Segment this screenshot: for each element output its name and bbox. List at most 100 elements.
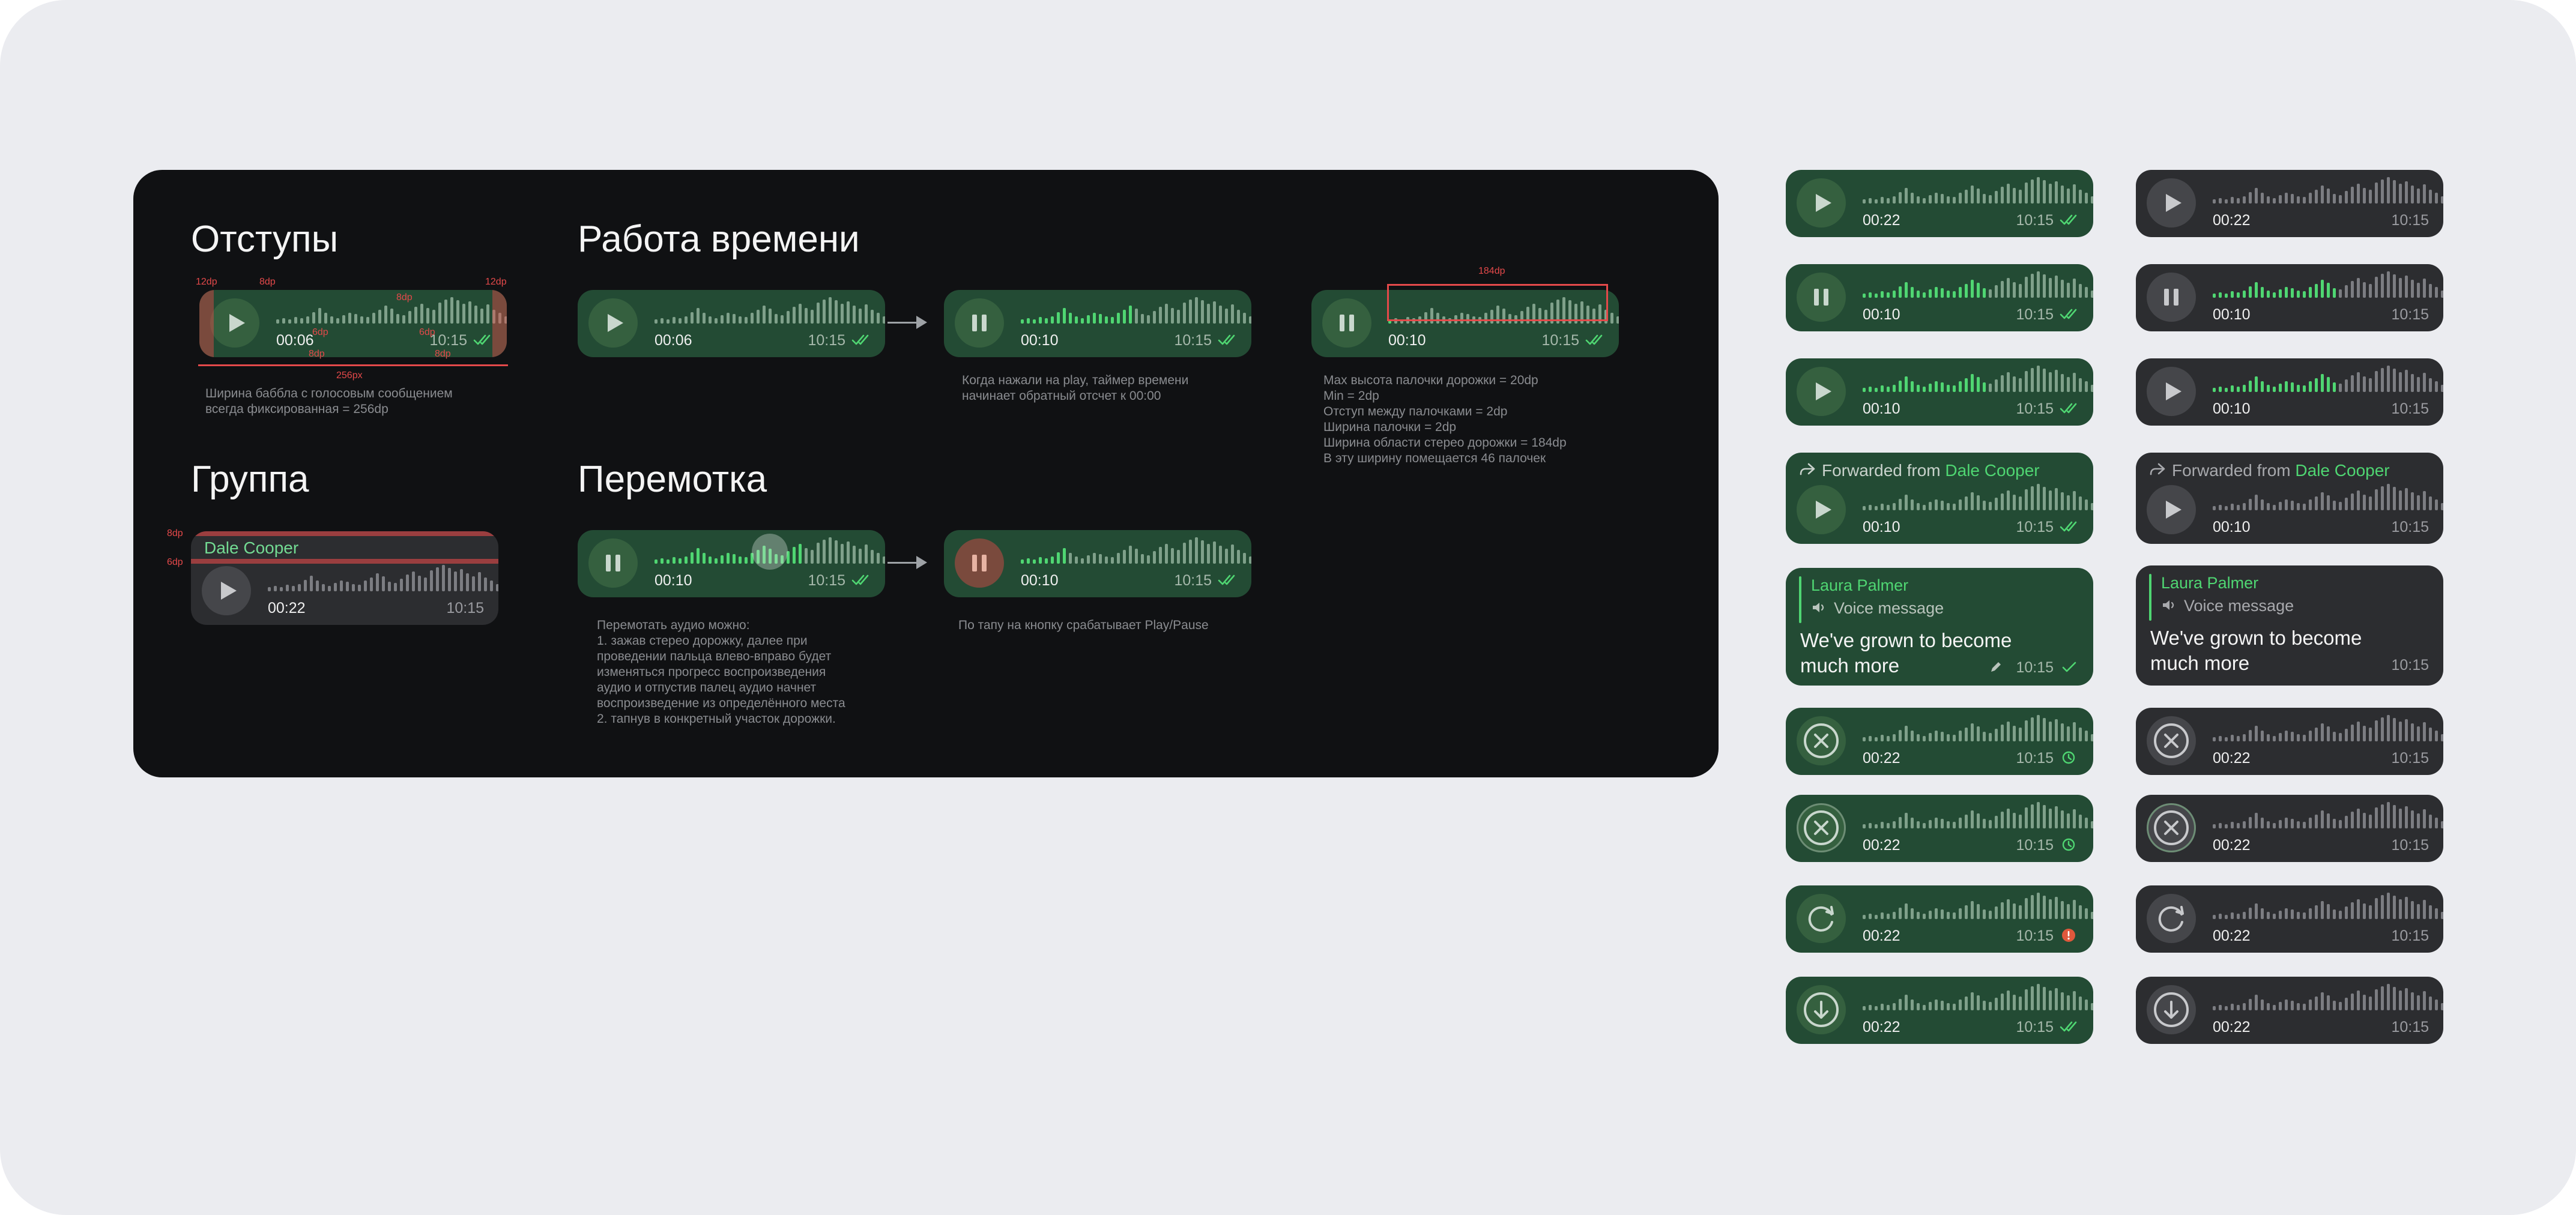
play-pause-button[interactable] bbox=[2147, 716, 2196, 765]
waveform-bar bbox=[2237, 505, 2240, 510]
waveform-bar bbox=[1875, 293, 1878, 298]
waveform[interactable] bbox=[1863, 893, 2093, 919]
waveform-bar bbox=[1231, 544, 1234, 564]
waveform-bar bbox=[2213, 505, 2216, 510]
reply-kind: Voice message bbox=[2184, 597, 2294, 615]
waveform-bar bbox=[2061, 280, 2064, 298]
play-pause-button[interactable] bbox=[1797, 716, 1846, 765]
play-pause-button[interactable] bbox=[1797, 803, 1846, 852]
waveform-bar bbox=[2327, 904, 2330, 919]
waveform-bar bbox=[1123, 550, 1126, 564]
waveform-bar bbox=[430, 570, 433, 591]
waveform-bar bbox=[1917, 1002, 1920, 1010]
waveform-bar bbox=[1905, 376, 1908, 392]
play-pause-button[interactable] bbox=[1797, 178, 1846, 228]
waveform-bar bbox=[450, 297, 453, 324]
play-pause-button[interactable] bbox=[1322, 298, 1371, 348]
play-pause-button[interactable] bbox=[2147, 985, 2196, 1034]
play-pause-button[interactable] bbox=[202, 566, 251, 615]
waveform[interactable] bbox=[1021, 537, 1251, 564]
waveform-bar bbox=[2067, 995, 2070, 1010]
waveform[interactable] bbox=[1021, 297, 1251, 324]
sent-time: 10:15 bbox=[2391, 657, 2429, 674]
waveform-bar bbox=[2381, 804, 2384, 828]
play-pause-button[interactable] bbox=[588, 298, 638, 348]
waveform[interactable] bbox=[268, 565, 498, 591]
play-pause-button[interactable] bbox=[210, 298, 259, 348]
waveform-bar bbox=[1947, 1002, 1950, 1010]
waveform-bar bbox=[2273, 736, 2276, 741]
waveform-bar bbox=[2237, 914, 2240, 919]
waveform-bar bbox=[2273, 914, 2276, 919]
waveform-bar bbox=[268, 586, 271, 591]
waveform[interactable] bbox=[2213, 715, 2443, 741]
waveform[interactable] bbox=[2213, 271, 2443, 298]
waveform-bar bbox=[853, 306, 856, 324]
scrub-thumb[interactable] bbox=[752, 534, 788, 570]
waveform-bar bbox=[2049, 721, 2052, 741]
waveform-bar bbox=[1063, 307, 1066, 324]
waveform[interactable] bbox=[1863, 984, 2093, 1010]
waveform-bar bbox=[2061, 374, 2064, 392]
waveform[interactable] bbox=[1863, 271, 2093, 298]
waveform[interactable] bbox=[2213, 802, 2443, 828]
waveform-bar bbox=[2225, 1005, 2228, 1010]
waveform-bar bbox=[1249, 316, 1251, 324]
waveform-bar bbox=[2273, 823, 2276, 828]
play-pause-button[interactable] bbox=[2147, 367, 2196, 416]
waveform-bar bbox=[823, 539, 826, 564]
play-pause-button[interactable] bbox=[1797, 485, 1846, 534]
waveform-bar bbox=[2357, 808, 2360, 828]
play-pause-button[interactable] bbox=[2147, 178, 2196, 228]
waveform-bar bbox=[2279, 383, 2282, 392]
play-pause-button[interactable] bbox=[1797, 367, 1846, 416]
waveform-bar bbox=[1995, 190, 1998, 204]
waveform-bar bbox=[865, 544, 868, 564]
waveform[interactable] bbox=[2213, 893, 2443, 919]
play-pause-button[interactable] bbox=[1797, 273, 1846, 322]
play-pause-button[interactable] bbox=[2147, 894, 2196, 943]
voice-message-bubble: 00:10 10:15 Forwarded from Dale Cooper bbox=[2136, 453, 2443, 544]
waveform-bar bbox=[2091, 821, 2093, 828]
waveform[interactable] bbox=[1863, 366, 2093, 392]
waveform-bar bbox=[1995, 497, 1998, 510]
waveform[interactable] bbox=[655, 297, 885, 324]
waveform-bar bbox=[2435, 818, 2438, 828]
waveform-bar bbox=[2267, 821, 2270, 828]
waveform[interactable] bbox=[2213, 984, 2443, 1010]
play-pause-button[interactable] bbox=[955, 298, 1004, 348]
waveform-bar bbox=[2387, 366, 2390, 392]
waveform[interactable] bbox=[1863, 802, 2093, 828]
waveform[interactable] bbox=[2213, 177, 2443, 204]
waveform-bar bbox=[2357, 372, 2360, 392]
waveform-bar bbox=[2345, 497, 2348, 510]
waveform[interactable] bbox=[276, 297, 507, 324]
waveform-bar bbox=[2279, 289, 2282, 298]
waveform[interactable] bbox=[1863, 177, 2093, 204]
waveform[interactable] bbox=[2213, 366, 2443, 392]
waveform-bar bbox=[2303, 385, 2306, 392]
waveform[interactable] bbox=[1863, 484, 2093, 510]
waveform-bar bbox=[2357, 183, 2360, 204]
waveform-bar bbox=[703, 313, 706, 324]
waveform-bar bbox=[2249, 191, 2252, 204]
waveform[interactable] bbox=[2213, 484, 2443, 510]
waveform-bar bbox=[2273, 505, 2276, 510]
play-pause-button[interactable] bbox=[588, 538, 638, 588]
waveform-bar bbox=[2387, 715, 2390, 741]
waveform-bar bbox=[1929, 501, 1932, 510]
waveform-bar bbox=[2091, 502, 2093, 510]
waveform-bar bbox=[1237, 550, 1240, 564]
play-pause-button[interactable] bbox=[1797, 985, 1846, 1034]
play-pause-button[interactable] bbox=[2147, 273, 2196, 322]
waveform-bar bbox=[1959, 193, 1962, 204]
play-pause-button[interactable] bbox=[1797, 894, 1846, 943]
waveform-bar bbox=[1995, 379, 1998, 392]
waveform[interactable] bbox=[1863, 715, 2093, 741]
waveform-bar bbox=[2019, 284, 2022, 298]
play-pause-button[interactable] bbox=[955, 538, 1004, 588]
play-pause-button[interactable] bbox=[2147, 485, 2196, 534]
play-pause-button[interactable] bbox=[2147, 803, 2196, 852]
voice-message-bubble: 00:10 10:15 bbox=[944, 530, 1251, 597]
waveform-bar bbox=[2387, 893, 2390, 919]
